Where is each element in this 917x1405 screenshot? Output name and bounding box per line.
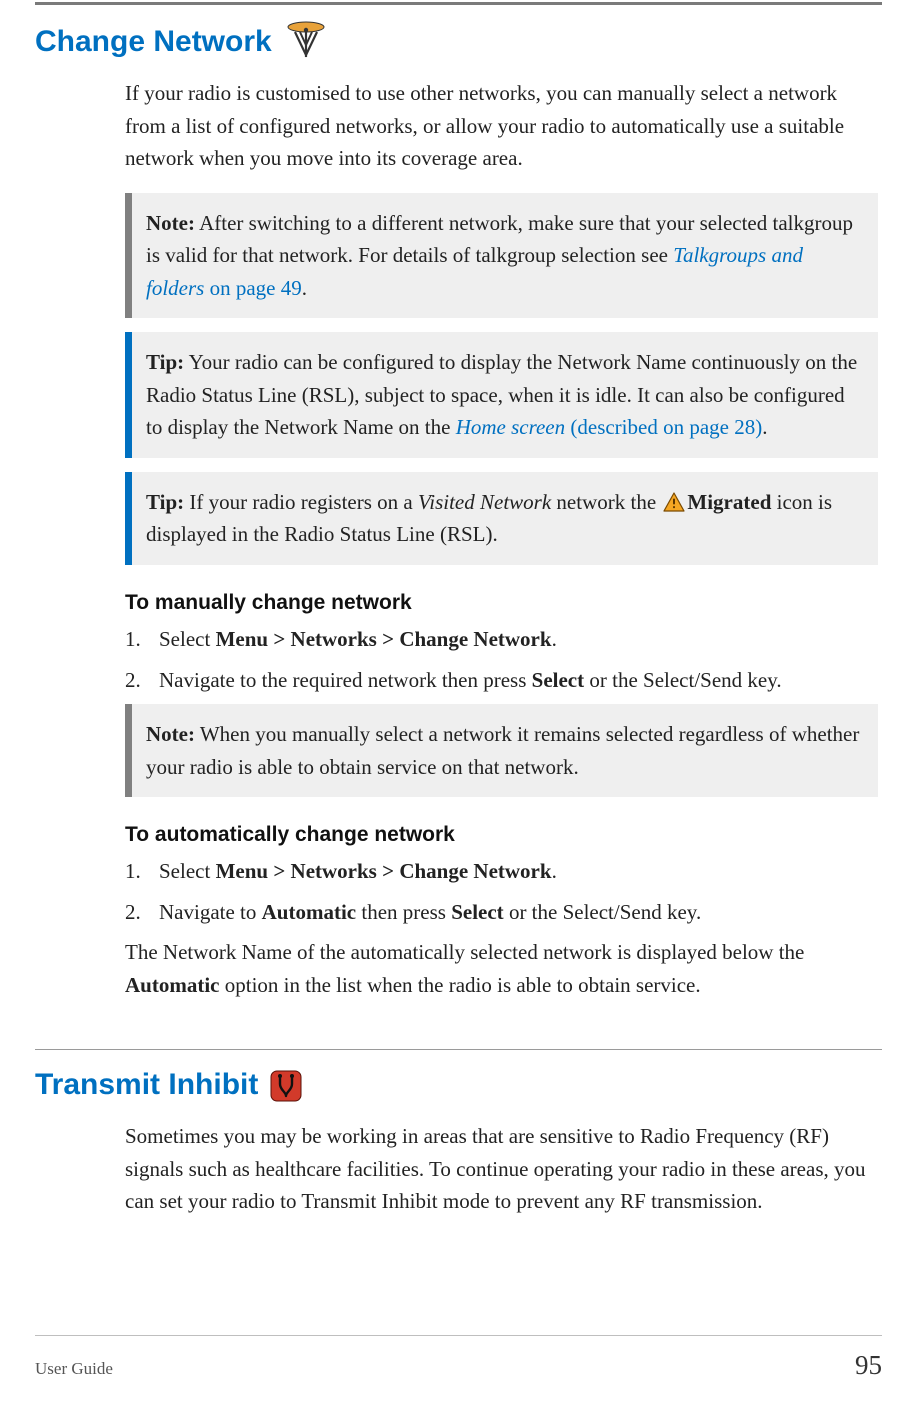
note2-label: Note:: [146, 722, 195, 746]
intro-paragraph: If your radio is customised to use other…: [125, 77, 878, 175]
list-item: Select Menu > Networks > Change Network.: [125, 855, 878, 888]
top-rule: [35, 2, 882, 5]
tip-callout-1: Tip: Your radio can be configured to dis…: [125, 332, 878, 458]
list-item: Navigate to Automatic then press Select …: [125, 896, 878, 929]
section1-body: If your radio is customised to use other…: [125, 77, 878, 1019]
manual-steps: Select Menu > Networks > Change Network.…: [125, 623, 878, 696]
note-callout-2: Note: When you manually select a network…: [125, 704, 878, 797]
section-rule: [35, 1049, 882, 1050]
footer-doc-title: User Guide: [35, 1359, 113, 1379]
footer-page-number: 95: [855, 1350, 882, 1381]
tip2-t2: network the: [551, 490, 661, 514]
tip-callout-2: Tip: If your radio registers on a Visite…: [125, 472, 878, 565]
auto-steps: Select Menu > Networks > Change Network.…: [125, 855, 878, 928]
transmit-inhibit-icon: [270, 1070, 302, 1102]
heading-transmit-inhibit-text: Transmit Inhibit: [35, 1068, 258, 1102]
auto-outro: The Network Name of the automatically se…: [125, 936, 878, 1001]
menu-path: Menu > Networks > Change Network: [216, 859, 552, 883]
tip2-t1: If your radio registers on a: [184, 490, 418, 514]
note-label: Note:: [146, 211, 195, 235]
tip-tail: .: [762, 415, 767, 439]
menu-path: Menu > Networks > Change Network: [216, 627, 552, 651]
subhead-auto: To automatically change network: [125, 823, 878, 847]
tip-label: Tip:: [146, 350, 184, 374]
note-callout-1: Note: After switching to a different net…: [125, 193, 878, 319]
heading-change-network: Change Network: [35, 21, 882, 59]
list-item: Select Menu > Networks > Change Network.: [125, 623, 878, 656]
section2-body: Sometimes you may be working in areas th…: [125, 1120, 878, 1236]
link-home-screen[interactable]: Home screen (described on page 28): [456, 415, 763, 439]
antenna-icon: [284, 21, 328, 59]
page-footer: User Guide 95: [35, 1335, 882, 1405]
migrated-warning-icon: [663, 492, 685, 512]
tip2-label: Tip:: [146, 490, 184, 514]
subhead-manual: To manually change network: [125, 591, 878, 615]
transmit-intro: Sometimes you may be working in areas th…: [125, 1120, 878, 1218]
list-item: Navigate to the required network then pr…: [125, 664, 878, 697]
heading-change-network-text: Change Network: [35, 25, 272, 59]
migrated-label: Migrated: [687, 490, 771, 514]
note2-text: When you manually select a network it re…: [146, 722, 859, 779]
note-tail: .: [302, 276, 307, 300]
visited-network: Visited Network: [418, 490, 551, 514]
page: Change Network If your radio is customis…: [0, 0, 917, 1405]
heading-transmit-inhibit: Transmit Inhibit: [35, 1068, 882, 1102]
